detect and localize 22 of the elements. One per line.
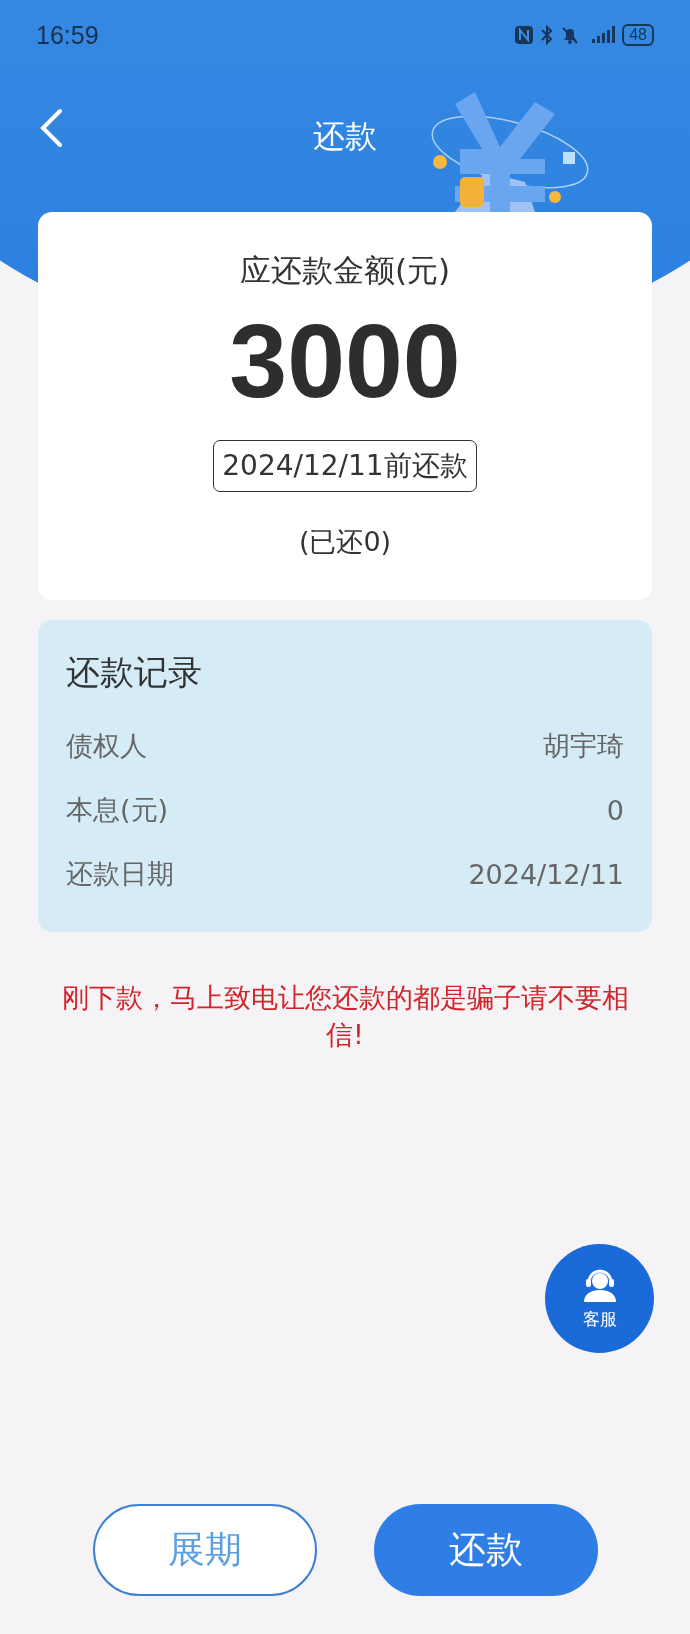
paid-amount: (已还0) bbox=[298, 525, 392, 560]
page-title: 还款 bbox=[313, 116, 377, 157]
amount-value: 3000 bbox=[229, 304, 461, 419]
repay-button[interactable]: 还款 bbox=[374, 1504, 598, 1596]
battery-indicator: 48 bbox=[622, 24, 654, 46]
extend-button[interactable]: 展期 bbox=[93, 1504, 317, 1596]
due-date-tag: 2024/12/11前还款 bbox=[213, 440, 477, 493]
warning-text: 刚下款，马上致电让您还款的都是骗子请不要相信! bbox=[60, 981, 630, 1052]
record-title: 还款记录 bbox=[66, 651, 203, 695]
record-label: 本息(元) bbox=[66, 793, 169, 828]
amount-label: 应还款金额(元) bbox=[239, 251, 451, 290]
status-time: 16:59 bbox=[36, 20, 99, 50]
nfc-icon bbox=[514, 25, 535, 45]
customer-service-button[interactable]: 客服 bbox=[545, 1244, 654, 1353]
record-value: 2024/12/11 bbox=[468, 858, 624, 890]
back-icon[interactable] bbox=[38, 108, 64, 148]
record-label: 还款日期 bbox=[66, 857, 174, 892]
record-value: 0 bbox=[606, 794, 624, 826]
bluetooth-icon bbox=[540, 25, 555, 45]
record-value: 胡宇琦 bbox=[543, 729, 624, 764]
record-label: 债权人 bbox=[66, 729, 147, 764]
muted-bell-icon bbox=[560, 25, 581, 45]
